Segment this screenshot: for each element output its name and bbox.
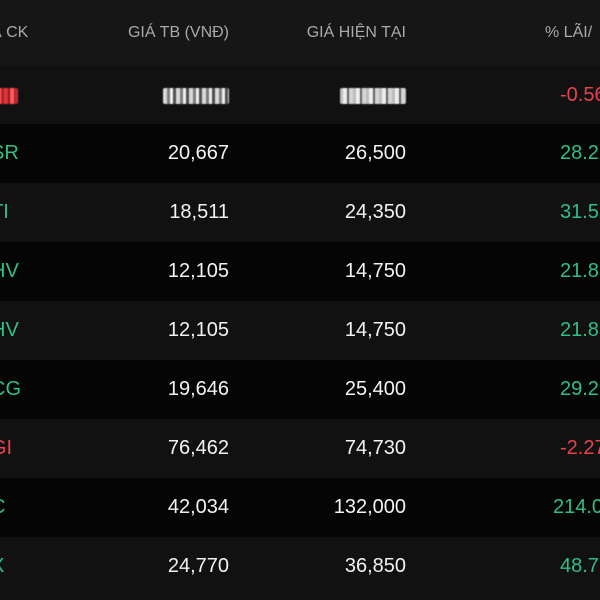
stock-symbol[interactable]: HV — [0, 242, 19, 301]
header-average-price[interactable]: GIÁ TB (VNĐ) — [128, 0, 229, 66]
table-header: Ã CK GIÁ TB (VNĐ) GIÁ HIỆN TẠI % LÃI/ — [0, 0, 600, 66]
profit-loss-percent: -2.27 — [560, 437, 600, 459]
stock-symbol[interactable]: HV — [0, 301, 19, 360]
current-price: 132,000 — [333, 496, 406, 518]
table-row[interactable]: -0.56 — [0, 66, 600, 125]
average-price: 76,462 — [167, 437, 229, 459]
table-row[interactable]: HV 12,105 14,750 21.85 — [0, 301, 600, 360]
current-price: 26,500 — [344, 142, 406, 164]
stock-symbol[interactable]: GI — [0, 419, 12, 478]
average-price: 12,105 — [167, 319, 229, 341]
profit-loss-percent: 214.03 — [553, 496, 600, 518]
average-price: 18,511 — [169, 201, 229, 223]
table-row[interactable]: HV 12,105 14,750 21.85 — [0, 242, 600, 301]
redacted-value — [340, 87, 406, 104]
stock-symbol[interactable]: SR — [0, 124, 19, 183]
redacted-value — [163, 87, 229, 104]
table-row[interactable]: TI 18,511 24,350 31.55 — [0, 183, 600, 242]
current-price: 25,400 — [344, 378, 406, 400]
header-current-price[interactable]: GIÁ HIỆN TẠI — [307, 0, 406, 66]
stock-symbol[interactable] — [0, 66, 18, 125]
profit-loss-percent: 28.22 — [560, 142, 600, 164]
profit-loss-percent: -0.56 — [560, 84, 600, 106]
average-price: 20,667 — [167, 142, 229, 164]
table-row[interactable]: SR 20,667 26,500 28.22 — [0, 124, 600, 183]
current-price — [340, 66, 406, 125]
table-row[interactable]: CG 19,646 25,400 29.29 — [0, 360, 600, 419]
portfolio-table: Ã CK GIÁ TB (VNĐ) GIÁ HIỆN TẠI % LÃI/ -0… — [0, 0, 600, 600]
table-row[interactable]: C 42,034 132,000 214.03 — [0, 478, 600, 537]
stock-symbol[interactable]: X — [0, 537, 4, 596]
profit-loss-percent: 29.29 — [560, 378, 600, 400]
table-row[interactable]: GI 76,462 74,730 -2.27 — [0, 419, 600, 478]
current-price: 14,750 — [344, 319, 406, 341]
redacted-symbol — [0, 87, 18, 104]
header-profit-loss-percent[interactable]: % LÃI/ — [545, 0, 592, 66]
stock-symbol[interactable]: TI — [0, 183, 9, 242]
stock-symbol[interactable]: CG — [0, 360, 21, 419]
current-price: 24,350 — [344, 201, 406, 223]
average-price: 42,034 — [167, 496, 229, 518]
profit-loss-percent: 48.77 — [560, 555, 600, 577]
profit-loss-percent: 21.85 — [560, 319, 600, 341]
average-price: 19,646 — [167, 378, 229, 400]
header-symbol[interactable]: Ã CK — [0, 0, 28, 66]
average-price — [163, 66, 229, 125]
profit-loss-percent: 21.85 — [560, 260, 600, 282]
current-price: 14,750 — [344, 260, 406, 282]
average-price: 12,105 — [167, 260, 229, 282]
average-price: 24,770 — [167, 555, 229, 577]
current-price: 36,850 — [344, 555, 406, 577]
stock-symbol[interactable]: C — [0, 478, 5, 537]
current-price: 74,730 — [344, 437, 406, 459]
profit-loss-percent: 31.55 — [560, 201, 600, 223]
table-row[interactable]: X 24,770 36,850 48.77 — [0, 537, 600, 596]
